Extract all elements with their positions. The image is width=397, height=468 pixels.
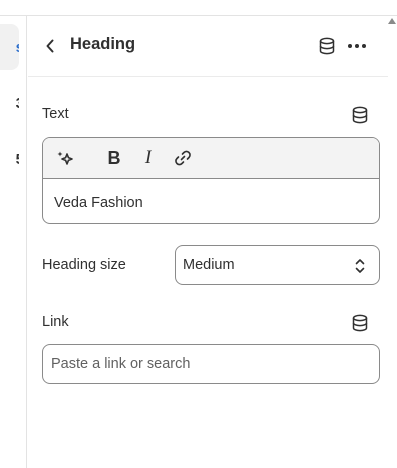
more-horizontal-icon	[348, 44, 366, 48]
rich-text-content[interactable]: Veda Fashion	[54, 195, 143, 211]
italic-button[interactable]: I	[138, 147, 158, 168]
database-icon	[352, 106, 368, 124]
text-dynamic-source-button[interactable]	[350, 105, 370, 125]
more-actions-button[interactable]	[346, 36, 368, 56]
rail-item-3-label: 5	[16, 151, 19, 168]
database-icon	[352, 314, 368, 332]
rail-item-3[interactable]: 5	[0, 136, 19, 182]
link-input[interactable]	[42, 344, 380, 384]
sparkle-icon	[57, 151, 73, 165]
rail-item-1[interactable]: s	[0, 24, 19, 70]
link-dynamic-source-button[interactable]	[350, 313, 370, 333]
left-rail: s 3 5	[0, 16, 27, 468]
database-icon	[319, 37, 335, 55]
link-field-label: Link	[42, 314, 69, 330]
rail-item-1-label: s	[16, 39, 19, 56]
rich-text-editor: B I Veda Fashion	[42, 137, 380, 224]
heading-size-select[interactable]: Medium	[175, 245, 380, 285]
panel-header: Heading	[28, 16, 388, 77]
settings-panel: Heading Text B I Veda Fashion Heading si…	[28, 16, 388, 468]
rich-text-toolbar: B I	[43, 138, 379, 179]
panel-title: Heading	[70, 35, 136, 53]
top-bar	[0, 0, 397, 16]
dynamic-source-button[interactable]	[317, 36, 337, 56]
link-button[interactable]	[173, 148, 193, 168]
chevron-left-icon	[46, 39, 54, 53]
text-field-label: Text	[42, 106, 69, 122]
rail-item-2[interactable]: 3	[0, 80, 19, 126]
scroll-up-arrow-icon[interactable]	[388, 18, 396, 24]
link-icon	[175, 150, 191, 166]
rail-item-2-label: 3	[16, 95, 19, 112]
back-button[interactable]	[42, 36, 58, 56]
heading-size-label: Heading size	[42, 257, 126, 273]
ai-generate-button[interactable]	[55, 148, 75, 168]
heading-size-value: Medium	[183, 257, 235, 273]
select-chevron-icon	[355, 259, 365, 273]
bold-button[interactable]: B	[104, 148, 124, 168]
